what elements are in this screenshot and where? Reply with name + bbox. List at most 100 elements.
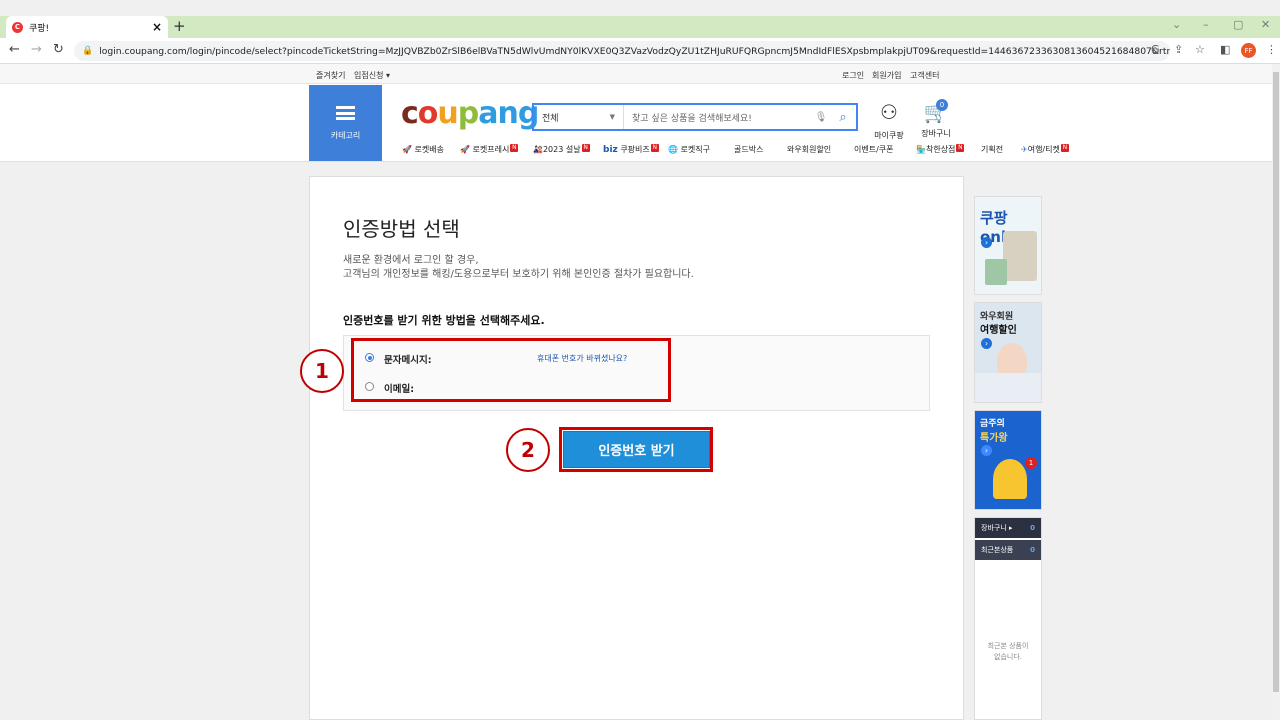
minimize-icon[interactable]: – <box>1203 18 1209 31</box>
vendor-apply-link[interactable]: 입점신청 ▾ <box>354 70 390 81</box>
scrollbar-thumb[interactable] <box>1273 72 1279 692</box>
arrow-right-icon: › <box>981 237 992 248</box>
side-recent-label: 최근본상품 <box>981 546 1014 554</box>
weekly-deal-banner[interactable]: 금주의 특가왕 › 1 <box>974 410 1042 510</box>
maximize-icon[interactable]: ▢ <box>1233 18 1243 31</box>
empty-line-2: 없습니다. <box>994 653 1022 661</box>
nav-goldbox[interactable]: 골드박스 <box>734 144 763 155</box>
wow-travel-banner[interactable]: 와우회원 여행할인 › <box>974 302 1042 403</box>
google-icon[interactable]: G <box>1151 43 1160 56</box>
window-close-icon[interactable]: ✕ <box>1261 18 1270 31</box>
side-panel-icon[interactable]: ◧ <box>1220 43 1230 56</box>
side-cart-label: 장바구니 ▸ <box>981 524 1013 532</box>
tab-search-icon[interactable]: ⌄ <box>1172 18 1181 31</box>
nav-wow-discount[interactable]: 와우회원할인 <box>787 144 831 155</box>
cart-label: 장바구니 <box>921 129 951 138</box>
coupang-logo[interactable]: coupang <box>401 96 539 131</box>
menu-dots-icon[interactable]: ⋮ <box>1266 43 1277 56</box>
nav-rocket-delivery[interactable]: 🚀 로켓배송 <box>402 144 444 155</box>
nav-lunar-new-year[interactable]: 🎎2023 설날 N <box>533 144 590 155</box>
coupang-only-banner[interactable]: 쿠팡 only › <box>974 196 1042 295</box>
snow-image <box>975 373 1041 402</box>
arrow-right-icon: › <box>981 338 992 349</box>
signup-link[interactable]: 회원가입 <box>872 70 901 81</box>
share-icon[interactable]: ⇪ <box>1174 43 1183 56</box>
bell-badge: 1 <box>1025 457 1037 469</box>
new-badge: N <box>1060 144 1069 152</box>
side-cart-count: 0 <box>1030 524 1035 532</box>
product-image-2 <box>985 259 1007 285</box>
back-icon[interactable]: ← <box>9 42 20 57</box>
get-code-button[interactable]: 인증번호 받기 <box>563 431 710 468</box>
bookmark-link[interactable]: 즐겨찾기 <box>316 70 345 81</box>
browser-tab[interactable]: C 쿠팡! × <box>6 16 168 38</box>
bookmark-star-icon[interactable]: ☆ <box>1195 43 1205 56</box>
nav-rocket-global[interactable]: 🌐 로켓직구 <box>668 144 710 155</box>
description-line-1: 새로운 환경에서 로그인 할 경우, <box>343 255 479 266</box>
mycoupang-label: 마이쿠팡 <box>874 131 904 140</box>
event-icon: 🎎 <box>533 145 543 154</box>
new-tab-icon[interactable]: + <box>173 17 186 35</box>
mic-icon[interactable]: 🎙 <box>812 112 830 123</box>
search-category-value: 전체 <box>542 113 559 124</box>
browser-tabstrip: C 쿠팡! × + ⌄ – ▢ ✕ <box>0 16 1280 38</box>
method-prompt: 인증번호를 받기 위한 방법을 선택해주세요. <box>343 314 545 327</box>
category-label: 카테고리 <box>330 130 361 140</box>
nav-travel-tickets[interactable]: ✈여행/티켓 N <box>1021 144 1069 155</box>
address-bar[interactable]: 🔒 login.coupang.com/login/pincode/select… <box>74 41 1170 61</box>
cart-count-badge: 0 <box>936 99 948 111</box>
new-badge: N <box>581 144 590 152</box>
recent-panel: 장바구니 ▸ 0 최근본상품 0 최근본 상품이 없습니다. <box>974 517 1042 720</box>
side-cart-row[interactable]: 장바구니 ▸ 0 <box>975 518 1041 538</box>
page-title: 인증방법 선택 <box>343 217 460 241</box>
chevron-down-icon: ▼ <box>609 113 615 121</box>
site-header: 카테고리 coupang 전체 ▼ 찾고 싶은 상품을 검색해보세요! 🎙 ⌕ … <box>0 84 1272 162</box>
bell-icon <box>993 459 1027 499</box>
nav-label: 여행/티켓 <box>1027 145 1060 154</box>
forward-icon[interactable]: → <box>31 42 42 57</box>
hamburger-icon <box>336 105 355 120</box>
banner3-line2: 특가왕 <box>980 433 1008 444</box>
nav-label: 착한상점 <box>925 145 956 154</box>
search-icon[interactable]: ⌕ <box>830 110 856 125</box>
shop-icon: 🏪 <box>916 145 926 154</box>
product-image <box>1003 231 1037 281</box>
nav-coupang-biz[interactable]: biz 쿠팡비즈 N <box>603 144 659 155</box>
lock-icon: 🔒 <box>82 46 94 56</box>
side-recent-row[interactable]: 최근본상품 0 <box>975 540 1041 560</box>
user-icon: ⚇ <box>880 100 898 124</box>
category-button[interactable]: 카테고리 <box>309 85 382 161</box>
options-highlight-box <box>351 338 671 402</box>
page-topbar: 즐겨찾기 입점신청 ▾ 로그인 회원가입 고객센터 <box>0 64 1272 84</box>
page-scrollbar[interactable] <box>1272 64 1280 720</box>
search-category-select[interactable]: 전체 ▼ <box>534 105 624 129</box>
nav-label: 로켓프레시 <box>472 145 510 154</box>
reload-icon[interactable]: ↻ <box>53 42 64 57</box>
step-1-marker: 1 <box>300 349 344 393</box>
recent-empty-message: 최근본 상품이 없습니다. <box>975 641 1041 663</box>
side-recent-count: 0 <box>1030 546 1035 554</box>
airplane-icon: ✈ <box>1021 145 1028 154</box>
nav-events-coupons[interactable]: 이벤트/쿠폰 <box>854 144 894 155</box>
nav-label: 2023 설날 <box>542 145 581 154</box>
globe-icon: 🌐 <box>668 145 678 154</box>
new-badge: N <box>650 144 659 152</box>
nav-good-shop[interactable]: 🏪착한상점 N <box>916 144 965 155</box>
search-input[interactable]: 찾고 싶은 상품을 검색해보세요! <box>624 111 812 124</box>
nav-label: 로켓직구 <box>680 145 710 154</box>
tab-close-icon[interactable]: × <box>152 20 162 34</box>
nav-exhibitions[interactable]: 기획전 <box>981 144 1003 155</box>
rocket-icon: 🚀 <box>402 145 412 154</box>
support-link[interactable]: 고객센터 <box>910 70 939 81</box>
nav-rocket-fresh[interactable]: 🚀 로켓프레시 N <box>460 144 519 155</box>
vendor-apply-label: 입점신청 <box>354 71 384 80</box>
tab-title: 쿠팡! <box>29 23 50 34</box>
login-link[interactable]: 로그인 <box>842 70 864 81</box>
nav-label: 쿠팡비즈 <box>620 145 650 154</box>
banner3-line1: 금주의 <box>980 419 1005 429</box>
profile-avatar[interactable]: FF <box>1241 43 1256 58</box>
description-line-2: 고객님의 개인정보를 해킹/도용으로부터 보호하기 위해 본인인증 절차가 필요… <box>343 269 694 280</box>
banner2-line2: 여행할인 <box>980 325 1017 336</box>
mycoupang-button[interactable]: ⚇ 마이쿠팡 <box>872 101 906 141</box>
arrow-right-icon: › <box>981 445 992 456</box>
